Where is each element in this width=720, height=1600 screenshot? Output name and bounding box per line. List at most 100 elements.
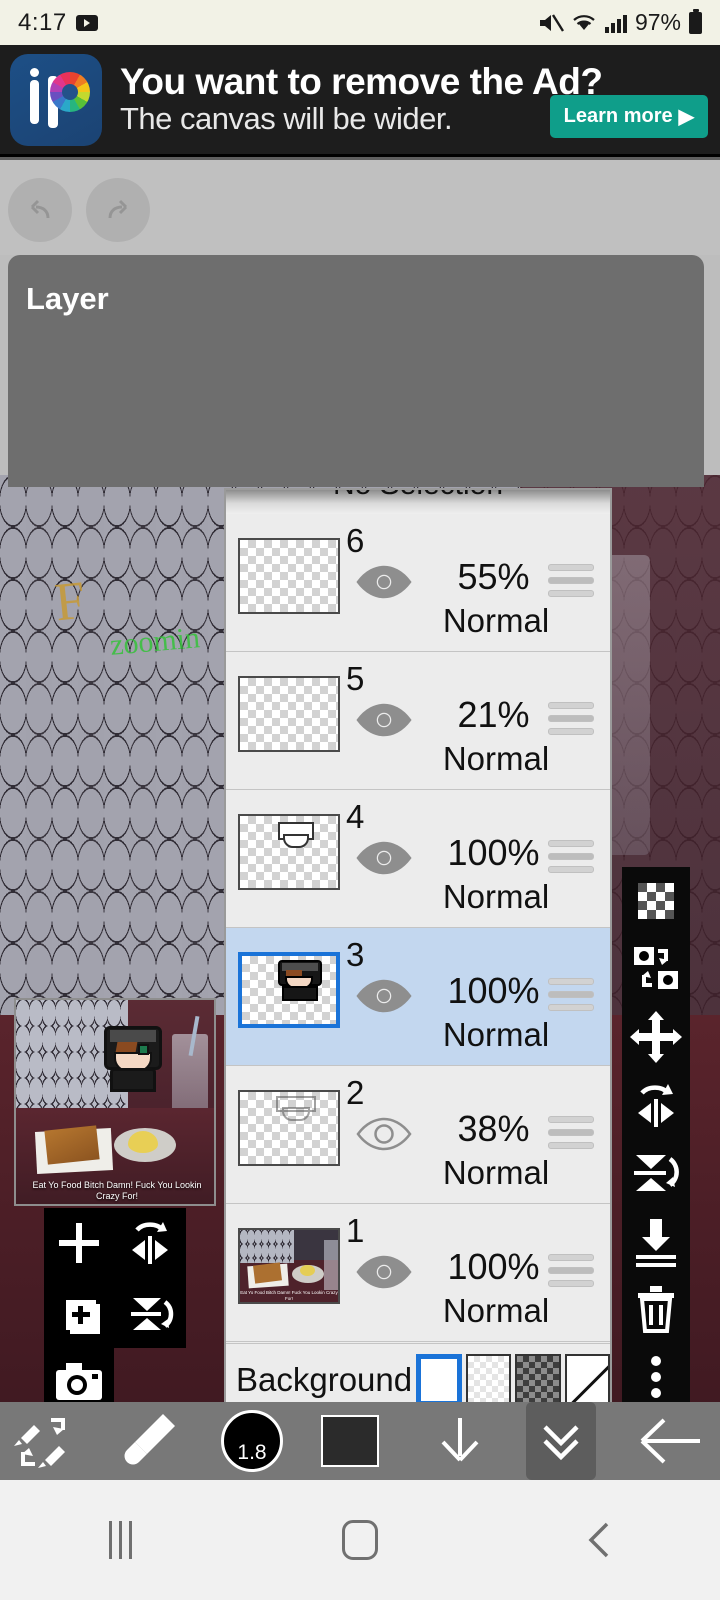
layer-drag-handle[interactable]: [548, 840, 594, 876]
layer-drag-handle[interactable]: [548, 978, 594, 1014]
nav-home-button[interactable]: [240, 1520, 480, 1560]
undo-button[interactable]: [8, 178, 72, 242]
layer-row[interactable]: 4 100% Normal: [226, 790, 610, 928]
flip-vertical-icon: [131, 1298, 174, 1330]
background-option-none[interactable]: [564, 1354, 610, 1406]
brush-size-value: 1.8: [221, 1410, 283, 1472]
layer-thumbnail[interactable]: [238, 814, 340, 890]
recents-icon: [108, 1521, 132, 1559]
background-option-white[interactable]: [416, 1354, 463, 1406]
layer-thumbnail[interactable]: [238, 1090, 340, 1166]
download-icon: [441, 1418, 479, 1462]
more-options-icon: [651, 1356, 661, 1398]
selection-status: No Selection: [226, 490, 610, 502]
flip-vertical-button[interactable]: [115, 1278, 186, 1348]
canvas-scribble-top: F: [51, 569, 89, 633]
back-button[interactable]: [620, 1402, 720, 1480]
layer-thumbnail[interactable]: [238, 952, 340, 1028]
download-button[interactable]: [400, 1402, 520, 1480]
layer-row[interactable]: 6 55% Normal: [226, 514, 610, 652]
battery-icon: [689, 8, 702, 34]
layer-opacity: 100%: [447, 832, 540, 873]
redo-button[interactable]: [86, 178, 150, 242]
layer-visibility-icon: [356, 841, 412, 875]
layer-row[interactable]: 3 100% Normal: [226, 928, 610, 1066]
layer-drag-handle[interactable]: [548, 1116, 594, 1152]
background-label: Background: [236, 1361, 413, 1398]
back-arrow-icon: [640, 1418, 700, 1464]
back-icon: [588, 1522, 609, 1558]
collapse-chevrons-icon: [543, 1425, 579, 1461]
flip-vertical-icon: [634, 1155, 679, 1191]
swap-layer-button[interactable]: [622, 935, 690, 1003]
brush-eraser-swap-button[interactable]: [0, 1402, 96, 1480]
layer-number: 1: [346, 1212, 365, 1249]
flip-vertical-layer-button[interactable]: [622, 1139, 690, 1207]
layer-drag-handle[interactable]: [548, 564, 594, 600]
meme-caption: Eat Yo Food Bitch Damn! Fuck You Lookin …: [32, 1179, 202, 1201]
signal-icon: [604, 14, 627, 33]
layer-thumb-art: Eat Yo Food Bitch Damn! Fuck You Lookin …: [240, 1230, 338, 1302]
layer-thumb-art: [276, 1096, 316, 1124]
layer-blend-mode: Normal: [442, 878, 550, 915]
layer-visibility-toggle[interactable]: [354, 1252, 414, 1292]
layer-opacity: 21%: [457, 694, 530, 735]
home-icon: [342, 1520, 378, 1560]
background-option-dark-checker[interactable]: [515, 1354, 561, 1406]
youtube-icon: [75, 14, 98, 31]
layer-visibility-toggle[interactable]: [354, 700, 414, 740]
layer-visibility-icon: [356, 1117, 412, 1151]
layer-visibility-toggle[interactable]: [354, 1114, 414, 1154]
layer-list[interactable]: No Selection 6 55% Normal 5 21% Normal 4 100% No…: [224, 488, 612, 1418]
flip-horizontal-icon: [638, 1084, 674, 1127]
ibispaint-logo: [10, 53, 102, 146]
add-layer-button[interactable]: [44, 1208, 115, 1278]
brush-icon: [124, 1414, 175, 1465]
layer-row[interactable]: Eat Yo Food Bitch Damn! Fuck You Lookin …: [226, 1204, 610, 1342]
layer-number: 2: [346, 1074, 365, 1111]
nav-recents-button[interactable]: [0, 1521, 240, 1559]
layer-row[interactable]: 5 21% Normal: [226, 652, 610, 790]
layer-visibility-toggle[interactable]: [354, 562, 414, 602]
mute-icon: [539, 13, 564, 32]
nav-back-button[interactable]: [480, 1519, 720, 1561]
learn-more-button[interactable]: Learn more ▶: [549, 95, 708, 138]
brush-button[interactable]: [96, 1402, 204, 1480]
layer-row[interactable]: 2 38% Normal: [226, 1066, 610, 1204]
layer-visibility-icon: [356, 565, 412, 599]
meme-character: [104, 1026, 162, 1092]
ad-banner[interactable]: You want to remove the Ad? The canvas wi…: [0, 45, 720, 157]
flip-horizontal-button[interactable]: [115, 1208, 186, 1278]
layer-action-rail: [622, 867, 690, 1418]
layer-drag-handle[interactable]: [548, 1254, 594, 1290]
duplicate-layer-button[interactable]: [44, 1278, 115, 1348]
transparency-icon: [638, 883, 674, 919]
duplicate-layer-icon: [66, 1300, 100, 1334]
color-button[interactable]: [300, 1402, 400, 1480]
more-options-button[interactable]: [622, 1343, 690, 1411]
battery-percent: 97%: [634, 9, 681, 35]
redo-icon: [108, 199, 128, 219]
layer-thumb-art: [278, 822, 314, 852]
layer-visibility-toggle[interactable]: [354, 976, 414, 1016]
move-button[interactable]: [622, 1003, 690, 1071]
move-icon: [630, 1011, 682, 1063]
merge-down-icon: [636, 1219, 676, 1267]
layer-visibility-toggle[interactable]: [354, 838, 414, 878]
layer-thumbnail[interactable]: [238, 676, 340, 752]
layer-drag-handle[interactable]: [548, 702, 594, 738]
merge-down-button[interactable]: [622, 1207, 690, 1275]
layer-thumbnail[interactable]: [238, 538, 340, 614]
background-option-light-checker[interactable]: [466, 1354, 512, 1406]
flip-horizontal-layer-button[interactable]: [622, 1071, 690, 1139]
app-topbar: [0, 160, 720, 255]
layer-opacity: 55%: [457, 556, 530, 597]
brush-size-button[interactable]: 1.8: [204, 1402, 300, 1480]
layer-thumbnail[interactable]: Eat Yo Food Bitch Damn! Fuck You Lookin …: [238, 1228, 340, 1304]
layer-number: 4: [346, 798, 365, 835]
transparency-button[interactable]: [622, 867, 690, 935]
delete-layer-button[interactable]: [622, 1275, 690, 1343]
layer-number: 5: [346, 660, 365, 697]
delete-layer-icon: [638, 1286, 674, 1333]
collapse-button[interactable]: [526, 1402, 596, 1480]
